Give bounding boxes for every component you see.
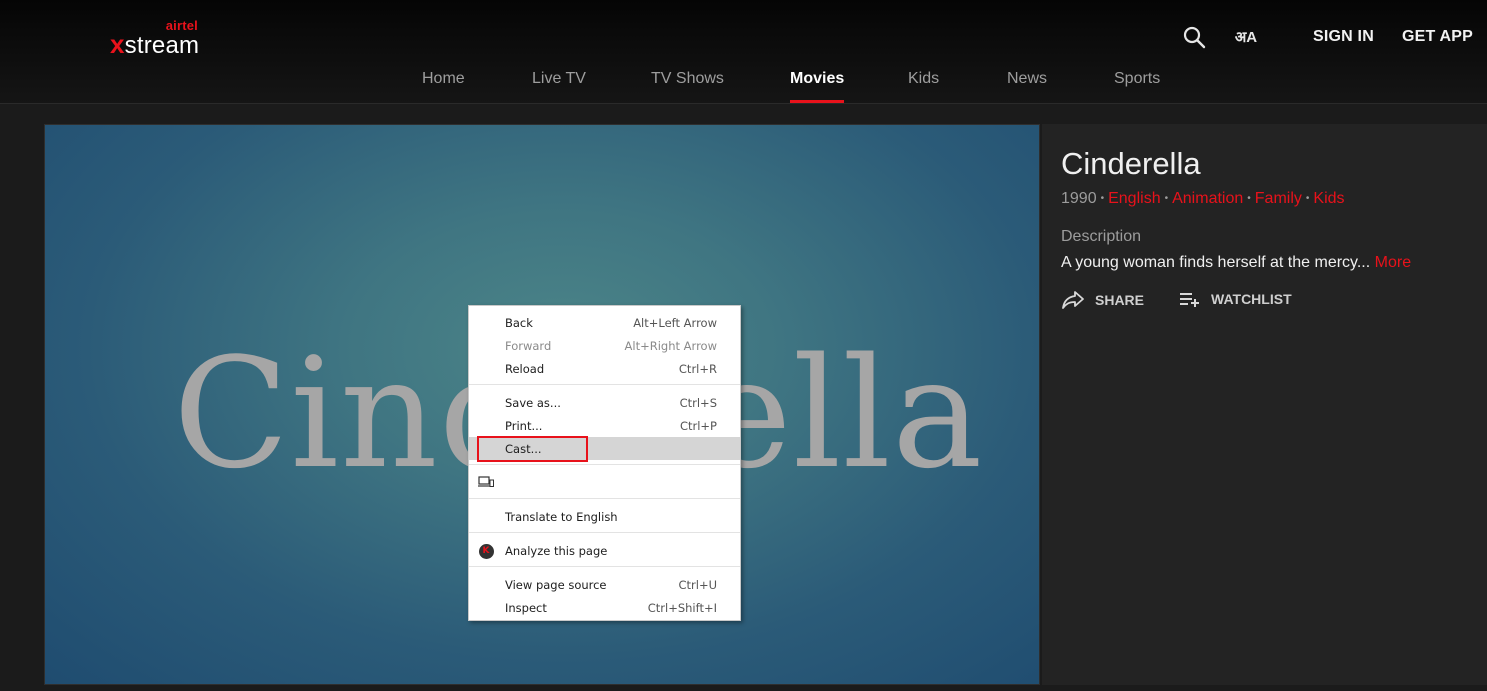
menu-inspect-shortcut: Ctrl+Shift+I — [647, 600, 717, 615]
tag-language[interactable]: English — [1108, 190, 1160, 207]
description-text: A young woman finds herself at the mercy… — [1061, 254, 1411, 272]
menu-save-as-label: Save as... — [505, 395, 561, 410]
menu-reload-shortcut: Ctrl+R — [678, 361, 717, 376]
more-link[interactable]: More — [1375, 254, 1411, 271]
watchlist-button[interactable]: WATCHLIST — [1179, 290, 1292, 308]
meta-separator: • — [1305, 193, 1310, 204]
menu-forward[interactable]: Forward Alt+Right Arrow — [469, 334, 740, 357]
sign-in-button[interactable]: SIGN IN — [1313, 28, 1374, 46]
menu-cast[interactable]: Cast... — [469, 437, 740, 460]
meta-separator: • — [1247, 193, 1251, 204]
menu-back-label: Back — [505, 315, 533, 330]
menu-separator — [469, 384, 740, 385]
header-actions: अA SIGN IN GET APP — [1181, 22, 1473, 52]
share-button[interactable]: SHARE — [1061, 290, 1144, 310]
nav-kids[interactable]: Kids — [908, 70, 939, 88]
menu-forward-label: Forward — [505, 338, 552, 353]
menu-save-as-shortcut: Ctrl+S — [679, 395, 717, 410]
nav-live-tv[interactable]: Live TV — [532, 70, 586, 88]
meta-separator: • — [1164, 193, 1169, 204]
menu-separator — [469, 498, 740, 499]
menu-forward-shortcut: Alt+Right Arrow — [624, 338, 717, 353]
context-menu: Back Alt+Left Arrow Forward Alt+Right Ar… — [468, 305, 741, 621]
menu-reload[interactable]: Reload Ctrl+R — [469, 357, 740, 380]
menu-back-shortcut: Alt+Left Arrow — [633, 315, 717, 330]
nav-home[interactable]: Home — [422, 70, 465, 88]
logo-stream-text: stream — [124, 32, 200, 59]
main-nav: Home Live TV TV Shows Movies Kids News S… — [0, 70, 1487, 104]
menu-separator — [469, 464, 740, 465]
menu-inspect[interactable]: Inspect Ctrl+Shift+I — [469, 596, 740, 619]
nav-movies[interactable]: Movies — [790, 70, 845, 103]
top-bar: airtel xstream अA SIGN IN GET APP Home L… — [0, 0, 1487, 104]
nav-news[interactable]: News — [1007, 70, 1047, 88]
menu-analyze-page[interactable]: K Analyze this page — [469, 539, 740, 562]
menu-cast-label: Cast... — [505, 441, 542, 456]
get-app-button[interactable]: GET APP — [1402, 28, 1473, 46]
menu-inspect-label: Inspect — [505, 600, 547, 615]
menu-print-label: Print... — [505, 418, 543, 433]
movie-year: 1990 — [1061, 190, 1097, 207]
menu-send-to-devices[interactable] — [469, 470, 740, 493]
extension-k-badge: K — [478, 543, 494, 559]
menu-translate-label: Translate to English — [505, 509, 618, 524]
menu-print[interactable]: Print... Ctrl+P — [469, 414, 740, 437]
tag-genre-family[interactable]: Family — [1255, 190, 1302, 207]
devices-icon — [478, 474, 494, 490]
logo-xstream-text: xstream — [110, 29, 199, 60]
logo-x-mark: x — [110, 29, 125, 59]
description-body: A young woman finds herself at the mercy… — [1061, 254, 1371, 271]
extension-k-icon: K — [478, 543, 494, 559]
menu-translate[interactable]: Translate to English — [469, 505, 740, 528]
tag-genre-animation[interactable]: Animation — [1172, 190, 1243, 207]
share-label: SHARE — [1095, 292, 1145, 308]
menu-back[interactable]: Back Alt+Left Arrow — [469, 311, 740, 334]
menu-reload-label: Reload — [505, 361, 545, 376]
nav-tv-shows[interactable]: TV Shows — [651, 70, 724, 88]
language-icon[interactable]: अA — [1233, 24, 1259, 50]
menu-save-as[interactable]: Save as... Ctrl+S — [469, 391, 740, 414]
description-label: Description — [1061, 228, 1142, 245]
airtel-xstream-logo[interactable]: airtel xstream — [110, 18, 210, 60]
menu-separator — [469, 532, 740, 533]
movie-title: Cinderella — [1061, 146, 1201, 181]
movie-details-panel: Cinderella 1990 • English • Animation • Family… — [1042, 124, 1487, 685]
nav-sports[interactable]: Sports — [1114, 70, 1160, 88]
search-icon[interactable] — [1181, 24, 1207, 50]
menu-view-source-shortcut: Ctrl+U — [678, 577, 717, 592]
share-icon — [1062, 291, 1084, 309]
menu-analyze-label: Analyze this page — [505, 543, 608, 558]
watchlist-add-icon — [1180, 293, 1199, 307]
meta-separator: • — [1100, 193, 1105, 204]
menu-view-source-label: View page source — [505, 577, 607, 592]
tag-genre-kids[interactable]: Kids — [1313, 190, 1344, 207]
movie-meta: 1990 • English • Animation • Family • Kids — [1061, 190, 1345, 208]
menu-print-shortcut: Ctrl+P — [679, 418, 717, 433]
menu-separator — [469, 566, 740, 567]
watchlist-label: WATCHLIST — [1211, 291, 1292, 307]
menu-view-source[interactable]: View page source Ctrl+U — [469, 573, 740, 596]
